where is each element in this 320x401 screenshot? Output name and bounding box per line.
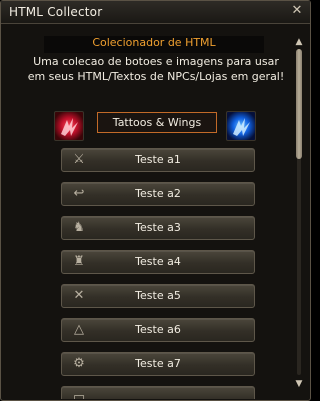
- scroll-thumb[interactable]: [296, 49, 302, 159]
- blue-tattoo-icon: [226, 111, 256, 141]
- teste-a2-button[interactable]: ↩ Teste a2: [61, 182, 255, 206]
- button-label: Teste a2: [135, 187, 181, 200]
- button-label: Teste a4: [135, 255, 181, 268]
- partial-button[interactable]: ▭: [61, 386, 255, 399]
- button-label: Teste a5: [135, 289, 181, 302]
- description-line-1: Uma colecao de botoes e imagens para usa…: [33, 55, 279, 68]
- teste-a5-button[interactable]: ✕ Teste a5: [61, 284, 255, 308]
- button-label: Teste a6: [135, 323, 181, 336]
- section-label: Tattoos & Wings: [97, 112, 217, 133]
- window-title: HTML Collector: [9, 5, 103, 19]
- button-label: Teste a3: [135, 221, 181, 234]
- scroll-down-arrow-icon[interactable]: ▼: [294, 379, 304, 389]
- html-collector-window: HTML Collector ✕ Colecionador de HTML Um…: [0, 0, 311, 401]
- red-tattoo-icon: [54, 111, 84, 141]
- description-line-2: em seus HTML/Textos de NPCs/Lojas em ger…: [27, 70, 285, 83]
- content-area: Colecionador de HTML Uma colecao de boto…: [6, 27, 286, 399]
- titlebar[interactable]: HTML Collector ✕: [1, 1, 310, 24]
- page-title: Colecionador de HTML: [44, 36, 264, 53]
- teste-a4-button[interactable]: ♜ Teste a4: [61, 250, 255, 274]
- teste-a6-button[interactable]: △ Teste a6: [61, 318, 255, 342]
- teste-a7-button[interactable]: ⚙ Teste a7: [61, 352, 255, 376]
- vertical-scrollbar[interactable]: ▲ ▼: [294, 37, 304, 389]
- teste-a3-button[interactable]: ♞ Teste a3: [61, 216, 255, 240]
- button-label: Teste a7: [135, 357, 181, 370]
- teste-a1-button[interactable]: ⚔ Teste a1: [61, 148, 255, 172]
- button-label: Teste a1: [135, 153, 181, 166]
- description: Uma colecao de botoes e imagens para usa…: [26, 54, 286, 84]
- scroll-up-arrow-icon[interactable]: ▲: [294, 37, 304, 47]
- close-icon[interactable]: ✕: [290, 4, 304, 18]
- partial-icon: ▭: [72, 390, 86, 399]
